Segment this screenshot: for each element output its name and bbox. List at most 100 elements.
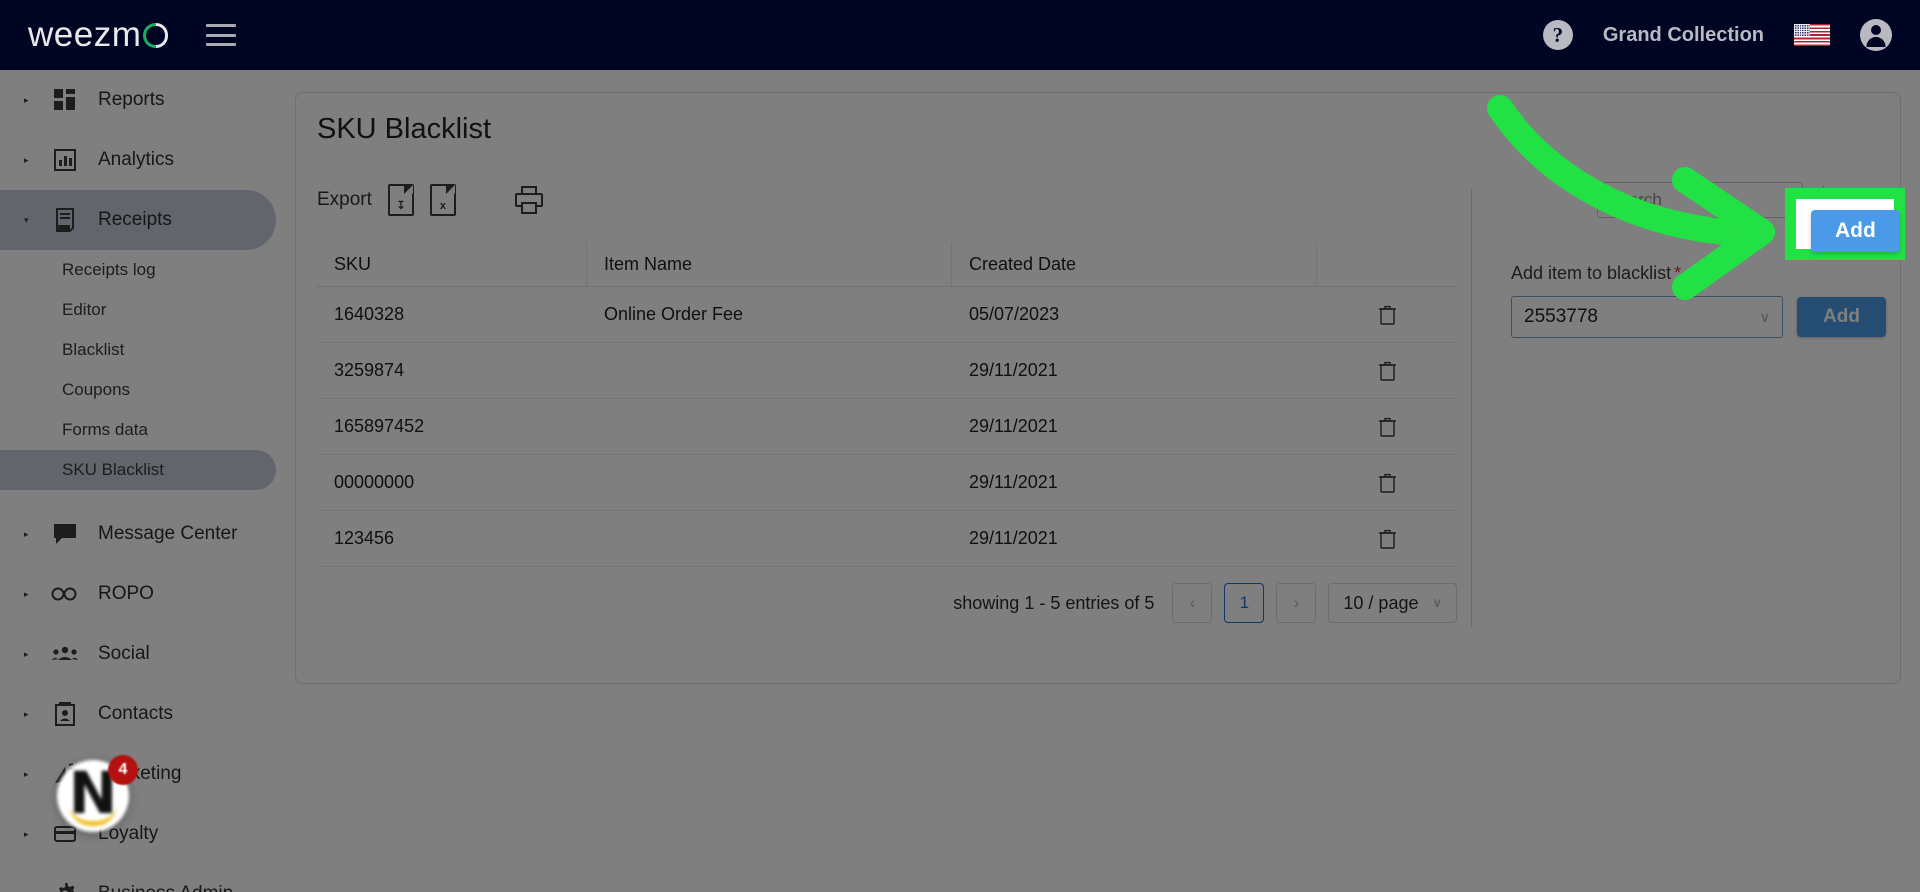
sidebar-item-reports[interactable]: ▸ Reports	[0, 70, 276, 130]
column-header-item-name[interactable]: Item Name	[587, 243, 952, 286]
hamburger-menu-icon[interactable]	[206, 24, 237, 46]
sidebar-item-label: Receipts	[98, 209, 172, 230]
pagination-summary: showing 1 - 5 entries of 5	[953, 592, 1155, 613]
sku-blacklist-table: SKU Item Name Created Date 1640328 Onlin…	[317, 243, 1457, 567]
sidebar-subitem-blacklist[interactable]: Blacklist	[0, 330, 276, 370]
sidebar-item-receipts[interactable]: ▾ Receipts	[0, 190, 276, 250]
main-content-area: SKU Blacklist Export ↧ x Search SKU Item…	[276, 70, 1920, 892]
sidebar-item-label: Business Admin	[98, 883, 233, 892]
weezmo-logo[interactable]: weezm	[28, 15, 169, 55]
pagination-next-button[interactable]: ›	[1276, 583, 1317, 623]
column-header-sku[interactable]: SKU	[317, 243, 587, 286]
trash-icon[interactable]	[1378, 361, 1396, 381]
sidebar-subitem-receipts-log[interactable]: Receipts log	[0, 250, 276, 290]
sidebar-item-marketing[interactable]: ▸ Marketing	[0, 744, 276, 804]
add-label-text: Add item to blacklist	[1511, 263, 1672, 283]
weezmo-o-logo-icon	[143, 22, 169, 48]
cell-created-date: 29/11/2021	[969, 416, 1058, 436]
printer-icon[interactable]	[514, 186, 544, 214]
user-avatar-icon[interactable]	[1860, 19, 1892, 51]
us-flag-icon[interactable]	[1794, 24, 1830, 46]
application-window: weezm ? Grand Collection ▸ Reports ▸ Ana…	[0, 0, 1920, 892]
cell-actions	[1317, 455, 1457, 510]
add-to-blacklist-panel: Add item to blacklist * 2553778 ∨ Add	[1511, 263, 1891, 338]
chevron-down-icon: ▾	[24, 214, 29, 225]
column-header-created-date[interactable]: Created Date	[952, 243, 1317, 286]
sidebar-item-ropo[interactable]: ▸ ROPO	[0, 564, 276, 624]
sku-select-input[interactable]: 2553778 ∨	[1511, 296, 1783, 338]
csv-file-icon[interactable]	[472, 184, 498, 216]
sidebar-item-contacts[interactable]: ▸ Contacts	[0, 684, 276, 744]
sidebar-item-message-center[interactable]: ▸ Message Center	[0, 504, 276, 564]
sidebar-item-social[interactable]: ▸ Social	[0, 624, 276, 684]
chevron-right-icon: ▸	[24, 828, 29, 839]
panel-divider	[1471, 188, 1472, 628]
sidebar-item-label: Reports	[98, 89, 165, 110]
cell-actions	[1317, 343, 1457, 398]
help-question-icon[interactable]: ?	[1542, 20, 1573, 50]
cell-sku: 165897452	[334, 416, 425, 436]
trash-icon[interactable]	[1378, 529, 1396, 549]
add-button[interactable]: Add	[1797, 297, 1886, 337]
sidebar-subitem-sku-blacklist[interactable]: SKU Blacklist	[0, 450, 276, 490]
export-buttons-group: ↧ x	[387, 184, 544, 216]
table-row[interactable]: 165897452 29/11/2021	[317, 399, 1457, 455]
sidebar-subitem-editor[interactable]: Editor	[0, 290, 276, 330]
sidebar-item-label: Social	[98, 643, 150, 664]
add-to-blacklist-row: 2553778 ∨ Add	[1511, 296, 1891, 338]
trash-icon[interactable]	[1378, 305, 1396, 325]
pagination-prev-button[interactable]: ‹	[1172, 583, 1213, 623]
cell-sku: 123456	[334, 528, 395, 548]
logo-text: weezm	[28, 15, 142, 54]
cell-sku: 00000000	[334, 472, 415, 492]
excel-file-icon[interactable]: x	[429, 184, 456, 216]
cell-created-date: 29/11/2021	[969, 528, 1058, 548]
sidebar-item-label: ROPO	[98, 583, 154, 604]
page-title: SKU Blacklist	[317, 113, 492, 145]
sidebar-navigation: ▸ Reports ▸ Analytics ▾ Receipts Receipt…	[0, 70, 276, 892]
cell-created-date: 29/11/2021	[969, 472, 1058, 492]
search-box[interactable]	[1597, 182, 1846, 218]
sidebar-subitem-label: Coupons	[62, 380, 131, 399]
trash-icon[interactable]	[1378, 417, 1396, 437]
infinity-icon	[50, 586, 80, 602]
sku-select-value: 2553778	[1524, 306, 1598, 327]
column-header-actions	[1317, 243, 1457, 286]
widget-notification-badge[interactable]: 4	[108, 755, 138, 785]
sidebar-item-business-admin[interactable]: ▸ Business Admin	[0, 864, 276, 892]
topbar-right-group: ? Grand Collection	[1542, 19, 1892, 51]
sidebar-subitem-label: Receipts log	[62, 260, 156, 279]
pagination-page-1[interactable]: 1	[1224, 583, 1265, 623]
cell-sku: 3259874	[334, 360, 405, 380]
cell-actions	[1317, 511, 1457, 566]
chevron-right-icon: ▸	[24, 648, 29, 659]
pdf-file-icon[interactable]: ↧	[387, 184, 414, 216]
sidebar-subitem-forms-data[interactable]: Forms data	[0, 410, 276, 450]
sidebar-item-analytics[interactable]: ▸ Analytics	[0, 130, 276, 190]
cell-item-name	[587, 511, 952, 566]
people-group-icon	[50, 646, 80, 662]
trash-icon[interactable]	[1378, 473, 1396, 493]
chevron-right-icon: ▸	[24, 528, 29, 539]
table-toolbar: Export ↧ x	[317, 178, 1900, 222]
page-size-select[interactable]: 10 / page ∨	[1328, 583, 1457, 623]
chevron-down-icon: ∨	[1759, 308, 1770, 325]
table-row[interactable]: 123456 29/11/2021	[317, 511, 1457, 567]
sidebar-item-label: Contacts	[98, 703, 173, 724]
table-row[interactable]: 00000000 29/11/2021	[317, 455, 1457, 511]
sidebar-item-loyalty[interactable]: ▸ Loyalty	[0, 804, 276, 864]
account-name-label[interactable]: Grand Collection	[1603, 24, 1764, 47]
chevron-down-icon: ∨	[1432, 595, 1442, 610]
sidebar-item-label: Analytics	[98, 149, 175, 170]
table-row[interactable]: 1640328 Online Order Fee 05/07/2023	[317, 287, 1457, 343]
chevron-right-icon: ▸	[24, 708, 29, 719]
receipt-icon	[50, 208, 80, 232]
table-row[interactable]: 3259874 29/11/2021	[317, 343, 1457, 399]
table-header-row: SKU Item Name Created Date	[317, 243, 1457, 287]
add-button-highlighted[interactable]: Add	[1811, 210, 1900, 252]
sidebar-subitem-coupons[interactable]: Coupons	[0, 370, 276, 410]
cell-item-name	[587, 399, 952, 454]
chevron-right-icon: ▸	[24, 588, 29, 599]
top-navigation-bar: weezm ? Grand Collection	[0, 0, 1920, 70]
gear-icon	[50, 882, 80, 892]
